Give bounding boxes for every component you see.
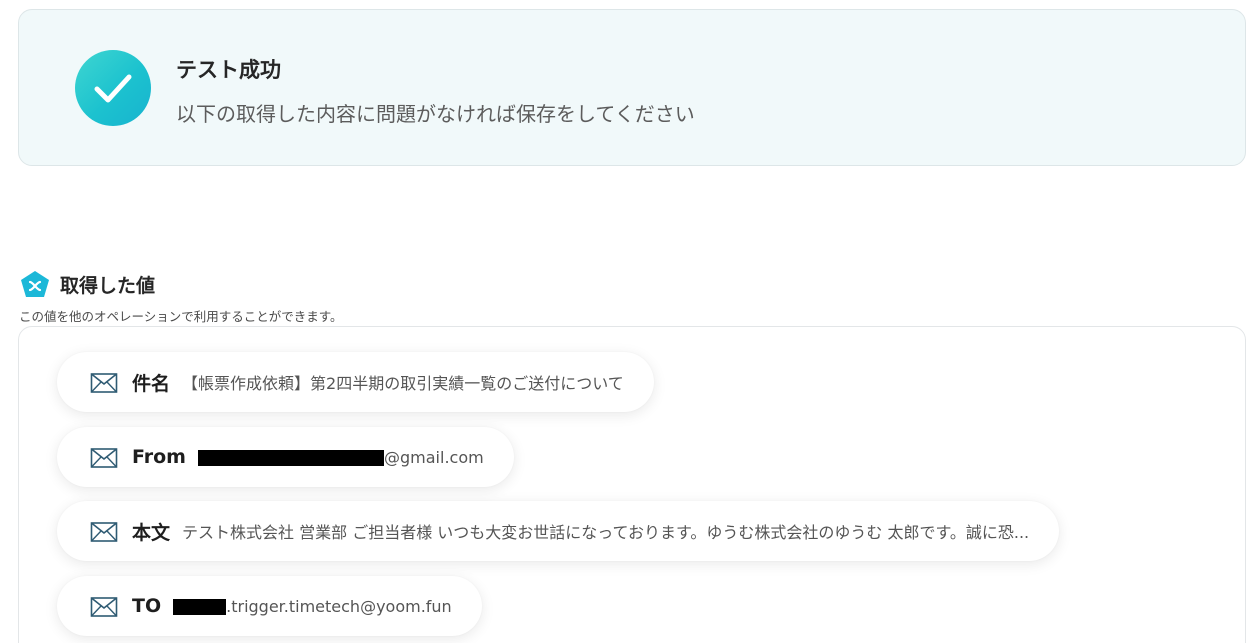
- value-chip-body[interactable]: 本文 テスト株式会社 営業部 ご担当者様 いつも大変お世話になっております。ゆう…: [57, 501, 1060, 561]
- mail-icon: [90, 373, 118, 393]
- banner-title: テスト成功: [176, 58, 281, 82]
- mail-icon: [90, 522, 118, 542]
- section-header: 取得した値: [20, 270, 155, 298]
- field-key-body: 本文: [132, 521, 171, 544]
- redacted-block: [198, 450, 384, 466]
- variable-pentagon-icon: [20, 270, 50, 298]
- field-key-to: TO: [132, 595, 162, 617]
- field-value-from: @gmail.com: [198, 448, 484, 467]
- mail-icon: [90, 448, 118, 468]
- section-title: 取得した値: [60, 274, 156, 297]
- value-chip-to[interactable]: TO .trigger.timetech@yoom.fun: [57, 576, 482, 636]
- field-key-subject: 件名: [132, 372, 171, 395]
- field-value-to: .trigger.timetech@yoom.fun: [173, 597, 452, 616]
- redacted-block: [173, 599, 227, 615]
- field-value-body: テスト株式会社 営業部 ご担当者様 いつも大変お世話になっております。ゆうむ株式…: [182, 523, 1030, 542]
- field-value-subject: 【帳票作成依頼】第2四半期の取引実績一覧のご送付について: [182, 374, 624, 393]
- value-chip-from[interactable]: From @gmail.com: [57, 427, 514, 487]
- field-key-from: From: [132, 446, 186, 468]
- value-chip-subject[interactable]: 件名 【帳票作成依頼】第2四半期の取引実績一覧のご送付について: [57, 352, 654, 412]
- section-description: この値を他のオペレーションで利用することができます。: [19, 309, 343, 324]
- test-success-banner: テスト成功 以下の取得した内容に問題がなければ保存をしてください: [18, 9, 1246, 166]
- banner-subtitle: 以下の取得した内容に問題がなければ保存をしてください: [176, 102, 695, 126]
- check-circle-icon: [75, 50, 151, 126]
- mail-icon: [90, 597, 118, 617]
